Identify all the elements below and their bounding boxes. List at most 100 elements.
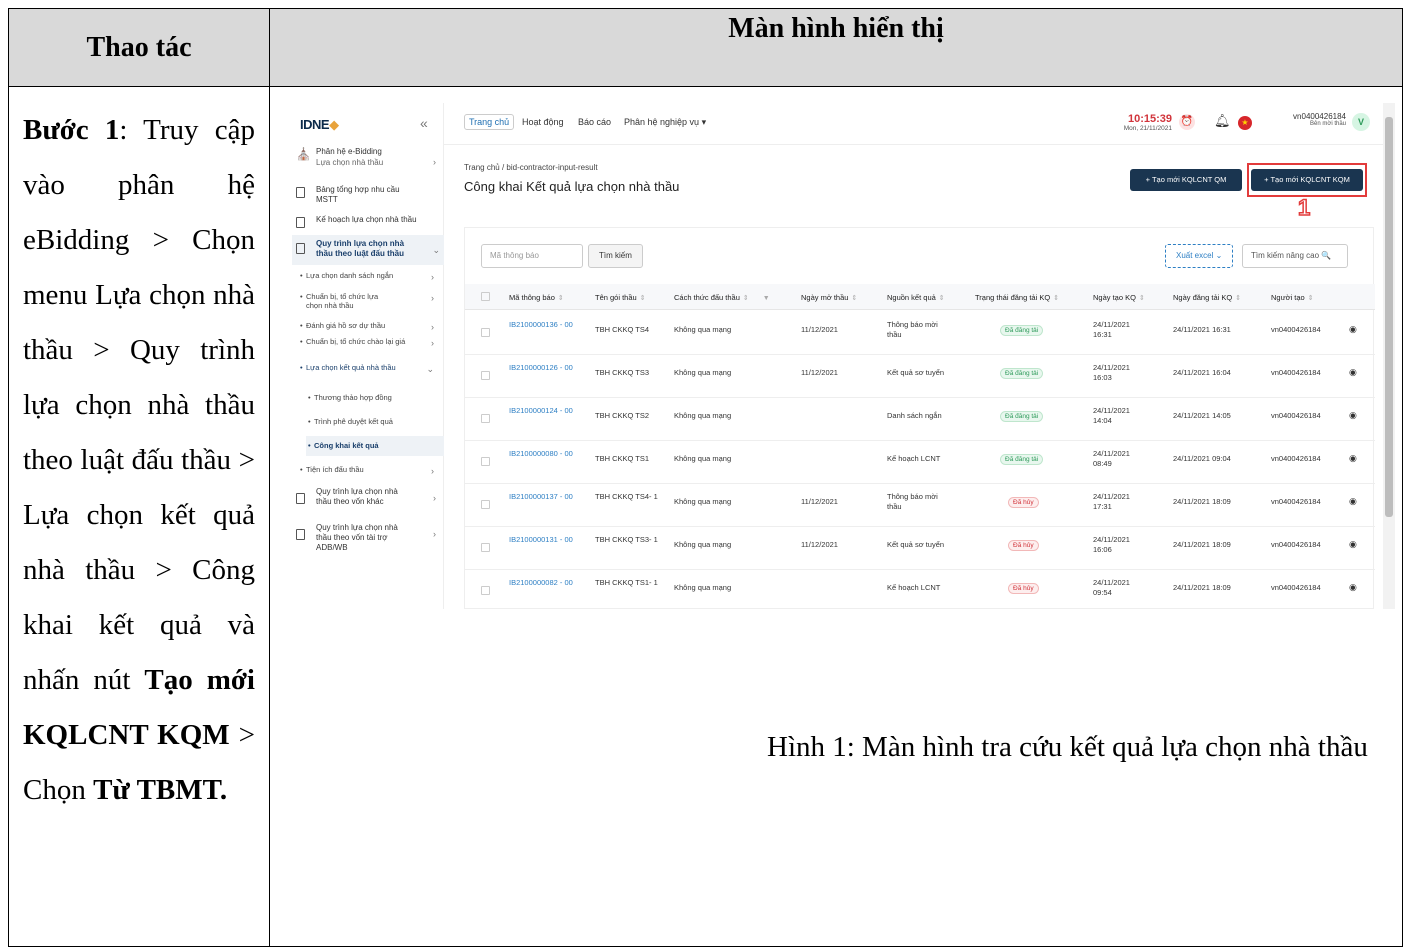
cell-ngay-tao: 24/11/2021 17:31 [1093, 492, 1130, 511]
export-excel-button[interactable]: Xuất excel ⌄ [1165, 244, 1234, 268]
nav-phan-he[interactable]: Phân hệ nghiệp vụ ▾ [624, 117, 706, 128]
step-marker: 1 [1297, 194, 1311, 221]
sidebar-sub-chao-lai-gia[interactable]: • Chuẩn bị, tổ chức chào lại giá › [300, 337, 438, 348]
cell-nguoi-tao: vn0400426184 [1271, 497, 1321, 506]
view-eye-icon[interactable]: ◉ [1349, 324, 1357, 335]
table-row[interactable]: IB2100000136 - 00 TBH CKKQ TS4 Không qua m… [465, 312, 1375, 355]
module-sub: Lựa chọn nhà thầu [316, 158, 384, 167]
col-nguoi-tao[interactable]: Người tạo ⇕ [1271, 293, 1314, 302]
table-header: Mã thông báo ⇕ Tên gói thầu ⇕ Cách thức đấ… [465, 284, 1375, 310]
table-row[interactable]: IB2100000126 - 00 TBH CKKQ TS3 Không qua m… [465, 355, 1375, 398]
collapse-icon[interactable]: « [420, 115, 428, 131]
clock-date: Mon, 21/11/2021 [1123, 125, 1172, 132]
table-row[interactable]: IB2100000080 - 00 TBH CKKQ TS1 Không qua m… [465, 441, 1375, 484]
document-icon [296, 493, 305, 504]
view-eye-icon[interactable]: ◉ [1349, 582, 1357, 593]
cell-ten-goi-thau: TBH CKKQ TS4- 1 [595, 492, 658, 501]
sidebar-sub-danh-sach-ngan[interactable]: • Lựa chọn danh sách ngắn › [300, 271, 438, 282]
nav-bao-cao[interactable]: Báo cáo [578, 117, 611, 127]
view-eye-icon[interactable]: ◉ [1349, 539, 1357, 550]
user-info[interactable]: vn0400426184 Bên mời thầu [1264, 112, 1346, 127]
cell-ma-thong-bao[interactable]: IB2100000137 - 00 [509, 492, 573, 502]
step-instructions: Bước 1: Truy cập vào phân hệ eBidding > … [8, 86, 270, 947]
col-ngay-tao[interactable]: Ngày tạo KQ ⇕ [1093, 293, 1145, 302]
bell-icon[interactable]: 🔔︎ [1214, 113, 1231, 129]
status-badge: Đã hủy [1008, 583, 1039, 594]
table-row[interactable]: IB2100000137 - 00 TBH CKKQ TS4- 1 Không qu… [465, 484, 1375, 527]
select-all-checkbox[interactable] [481, 292, 490, 301]
document-icon [296, 187, 305, 198]
advanced-search-button[interactable]: Tìm kiếm nâng cao 🔍 [1242, 244, 1348, 268]
row-checkbox[interactable] [481, 457, 490, 466]
create-kqlcnt-qm-button[interactable]: + Tạo mới KQLCNT QM [1130, 169, 1242, 191]
cell-ten-goi-thau: TBH CKKQ TS3 [595, 368, 650, 377]
search-input[interactable]: Mã thông báo [481, 244, 583, 268]
cell-nguon-ket-qua: Danh sách ngắn [887, 411, 942, 420]
sidebar-sub-tien-ich[interactable]: • Tiện ích đấu thầu › [300, 465, 438, 476]
sidebar-sub-ket-qua[interactable]: • Lựa chọn kết quả nhà thầu ⌄ [300, 363, 438, 374]
col-cach-thuc[interactable]: Cách thức đấu thầu ⇕ ▼ [674, 293, 770, 302]
avatar[interactable]: V [1352, 113, 1370, 131]
row-checkbox[interactable] [481, 414, 490, 423]
alarm-icon[interactable]: ⏰ [1179, 114, 1195, 130]
table-row[interactable]: IB2100000131 - 00 TBH CKKQ TS3- 1 Không qu… [465, 527, 1375, 570]
row-checkbox[interactable] [481, 328, 490, 337]
cell-ma-thong-bao[interactable]: IB2100000080 - 00 [509, 449, 573, 459]
col-ten-goi-thau[interactable]: Tên gói thầu ⇕ [595, 293, 646, 302]
view-eye-icon[interactable]: ◉ [1349, 496, 1357, 507]
sidebar-item-quy-trinh[interactable]: Quy trình lựa chọn nhà thầu theo luật đấ… [292, 235, 444, 265]
cell-ma-thong-bao[interactable]: IB2100000126 - 00 [509, 363, 573, 373]
highlight-box [1247, 163, 1367, 197]
cell-ten-goi-thau: TBH CKKQ TS1 [595, 454, 650, 463]
sidebar-sub-chuan-bi[interactable]: • Chuẩn bị, tổ chức lựa chọn nhà thầu › [300, 292, 438, 310]
cell-ngay-dang-tai: 24/11/2021 14:05 [1173, 411, 1231, 420]
cell-ten-goi-thau: TBH CKKQ TS4 [595, 325, 650, 334]
sidebar-subsub-trinh-phe-duyet[interactable]: • Trình phê duyệt kết quả [308, 417, 446, 426]
sidebar-item-label: Kế hoạch lựa chọn nhà thầu [316, 215, 417, 224]
table-row[interactable]: IB2100000124 - 00 TBH CKKQ TS2 Không qua m… [465, 398, 1375, 441]
view-eye-icon[interactable]: ◉ [1349, 453, 1357, 464]
status-badge: Đã hủy [1008, 540, 1039, 551]
sidebar-subsub-cong-khai[interactable]: • Công khai kết quả [306, 436, 444, 456]
sidebar: IDNE◆ « ⛪ Phân hệ e-Bidding Lựa chọn nhà… [284, 103, 444, 609]
row-checkbox[interactable] [481, 500, 490, 509]
vietnam-flag-icon[interactable]: ★ [1238, 116, 1252, 130]
cell-ngay-mo-thau: 11/12/2021 [801, 497, 838, 506]
view-eye-icon[interactable]: ◉ [1349, 410, 1357, 421]
row-checkbox[interactable] [481, 586, 490, 595]
cell-nguon-ket-qua: Kết quả sơ tuyển [887, 540, 945, 549]
document-icon [296, 217, 305, 228]
row-checkbox[interactable] [481, 543, 490, 552]
cell-ma-thong-bao[interactable]: IB2100000082 - 00 [509, 578, 573, 588]
col-ma-thong-bao[interactable]: Mã thông báo ⇕ [509, 293, 564, 302]
top-bar: Trang chủ Hoạt động Báo cáo Phân hệ nghi… [444, 103, 1395, 145]
cell-ma-thong-bao[interactable]: IB2100000131 - 00 [509, 535, 573, 545]
instruction-table: Thao tác Màn hình hiển thị Bước 1: Truy … [8, 8, 1403, 947]
status-badge: Đã đăng tải [1000, 454, 1044, 465]
cell-cach-thuc: Không qua mạng [674, 583, 732, 592]
col-ngay-mo-thau[interactable]: Ngày mở thầu ⇕ [801, 293, 857, 302]
sidebar-sub-danh-gia[interactable]: • Đánh giá hồ sơ dự thầu › [300, 321, 438, 332]
nav-trang-chu[interactable]: Trang chủ [464, 114, 515, 130]
col-trang-thai[interactable]: Trạng thái đăng tải KQ ⇕ [975, 293, 1059, 302]
cell-nguoi-tao: vn0400426184 [1271, 454, 1321, 463]
col-nguon-ket-qua[interactable]: Nguồn kết quả ⇕ [887, 293, 945, 302]
view-eye-icon[interactable]: ◉ [1349, 367, 1357, 378]
screen-cell: IDNE◆ « ⛪ Phân hệ e-Bidding Lựa chọn nhà… [269, 86, 1403, 947]
nav-hoat-dong[interactable]: Hoạt động [522, 117, 564, 127]
breadcrumb: Trang chủ / bid-contractor-input-result [464, 163, 598, 172]
cell-ngay-mo-thau: 11/12/2021 [801, 368, 838, 377]
sidebar-subsub-thuong-thao[interactable]: • Thương thảo hợp đồng [308, 393, 446, 402]
table-row[interactable]: IB2100000082 - 00 TBH CKKQ TS1- 1 Không qu… [465, 570, 1375, 609]
row-checkbox[interactable] [481, 371, 490, 380]
scrollbar[interactable] [1383, 103, 1395, 609]
building-icon: ⛪ [296, 147, 311, 161]
cell-ngay-tao: 24/11/2021 09:54 [1093, 578, 1130, 597]
cell-ngay-mo-thau: 11/12/2021 [801, 540, 838, 549]
cell-ma-thong-bao[interactable]: IB2100000124 - 00 [509, 406, 573, 416]
search-button[interactable]: Tìm kiếm [588, 244, 643, 268]
cell-ma-thong-bao[interactable]: IB2100000136 - 00 [509, 320, 573, 330]
col-ngay-dang-tai[interactable]: Ngày đăng tải KQ ⇕ [1173, 293, 1241, 302]
cell-nguon-ket-qua: Thông báo mời thầu [887, 320, 938, 339]
clock-time: 10:15:39 [1127, 113, 1172, 125]
